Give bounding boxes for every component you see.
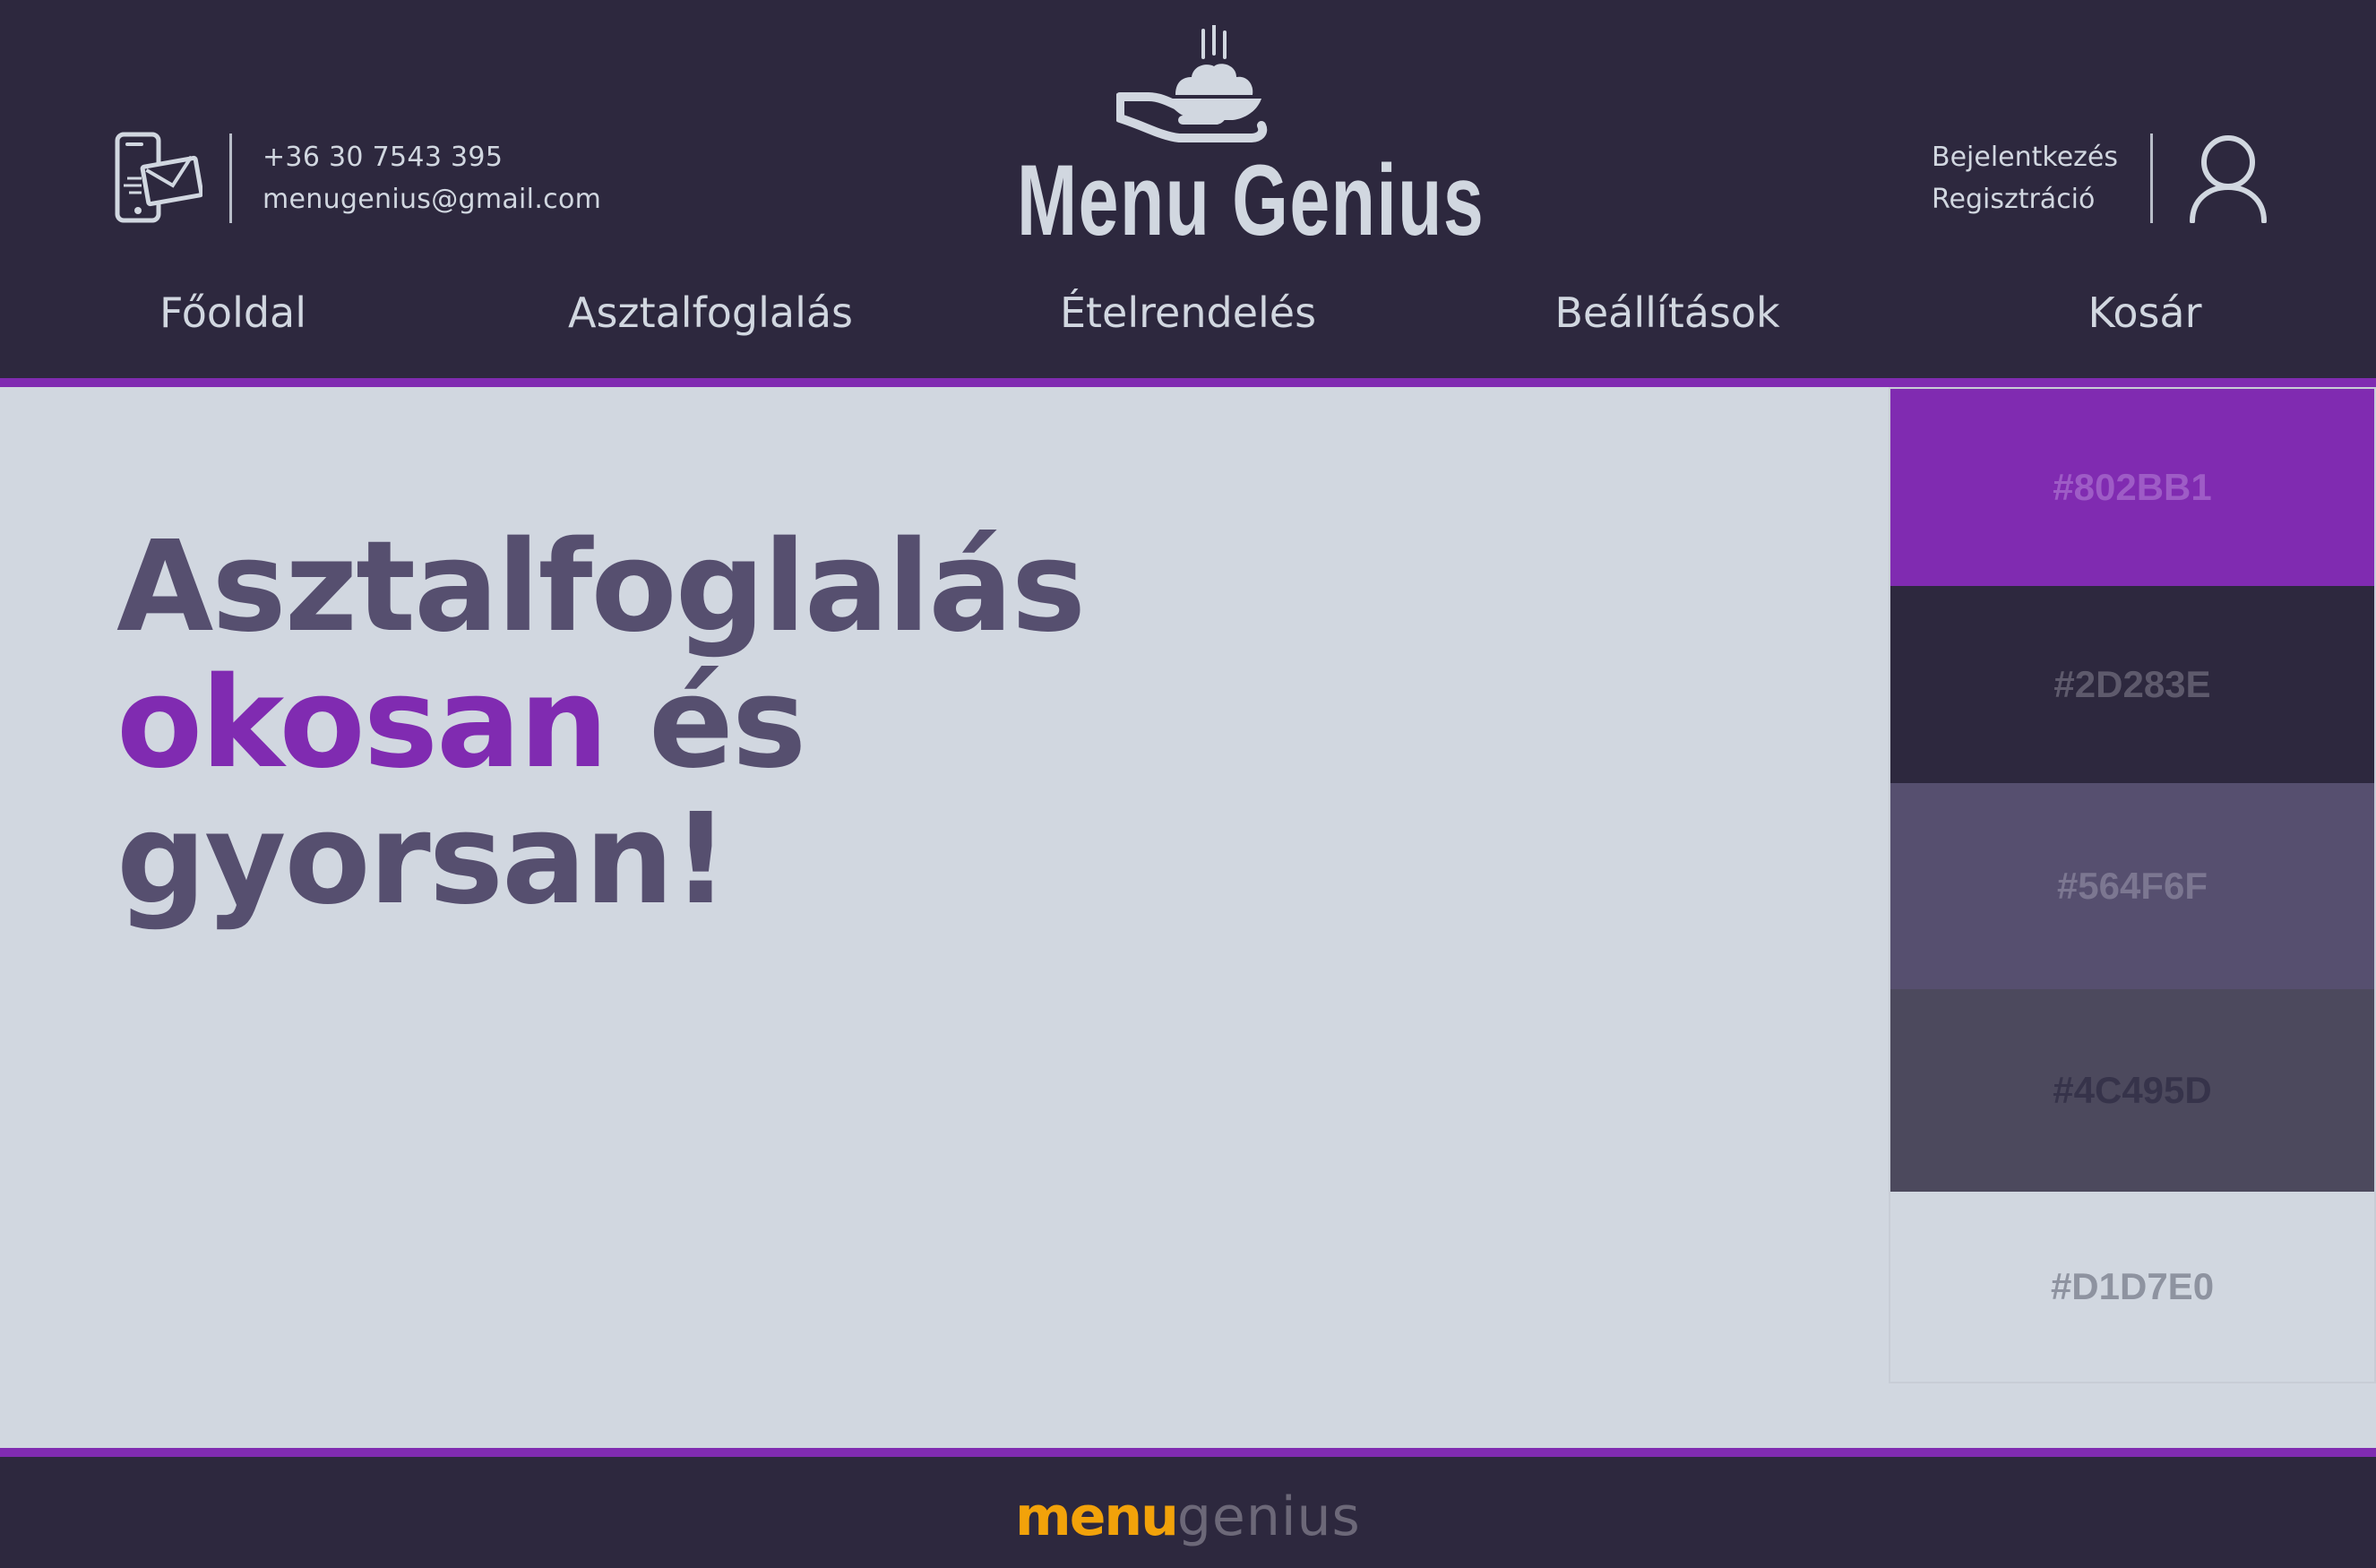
nav-item-home[interactable]: Főoldal: [159, 289, 306, 337]
palette-swatch: #802BB1: [1890, 389, 2374, 586]
footer-accent-line: [0, 1448, 2376, 1457]
color-palette: #802BB1 #2D283E #564F6F #4C495D #D1D7E0: [1889, 387, 2376, 1383]
serving-hand-icon: [1116, 25, 1268, 142]
footer-logo-genius: genius: [1176, 1486, 1361, 1548]
header-accent-line: [0, 378, 2376, 387]
brand-title: Menu Genius: [1017, 144, 1485, 256]
contact-lines: +36 30 7543 395 menugenius@gmail.com: [263, 142, 601, 215]
auth-divider: [2150, 134, 2153, 223]
email-address[interactable]: menugenius@gmail.com: [263, 184, 601, 215]
auth-block: Bejelentkezés Regisztráció: [1932, 131, 2268, 226]
nav-item-settings[interactable]: Beállítások: [1554, 289, 1779, 337]
hero-line-2: okosan és: [116, 656, 1057, 792]
brand-logo[interactable]: Menu Genius: [950, 25, 1484, 251]
footer-logo-menu: menu: [1015, 1486, 1179, 1548]
hero-line-2-rest: és: [648, 650, 806, 797]
palette-swatch: #564F6F: [1890, 783, 2374, 989]
main-nav: Főoldal Asztalfoglalás Ételrendelés Beál…: [0, 289, 2376, 351]
hero-line-3: gyorsan!: [116, 787, 729, 933]
palette-swatch: #2D283E: [1890, 586, 2374, 783]
contact-block: +36 30 7543 395 menugenius@gmail.com: [115, 131, 601, 226]
contact-divider: [229, 134, 232, 223]
nav-item-food-order[interactable]: Ételrendelés: [1060, 289, 1316, 337]
hero-accent-word: okosan: [116, 650, 608, 797]
nav-item-table-booking[interactable]: Asztalfoglalás: [568, 289, 853, 337]
palette-swatch: #D1D7E0: [1890, 1192, 2374, 1382]
phone-number[interactable]: +36 30 7543 395: [263, 142, 601, 173]
phone-mail-icon: [115, 132, 202, 223]
login-link[interactable]: Bejelentkezés: [1932, 142, 2118, 173]
nav-item-cart[interactable]: Kosár: [2088, 289, 2201, 337]
site-footer: menugenius: [0, 1457, 2376, 1568]
register-link[interactable]: Regisztráció: [1932, 184, 2118, 215]
hero-line-1: Asztalfoglalás: [116, 514, 1086, 660]
site-header: +36 30 7543 395 menugenius@gmail.com Men…: [0, 0, 2376, 378]
auth-links: Bejelentkezés Regisztráció: [1932, 142, 2118, 215]
user-icon[interactable]: [2189, 134, 2268, 223]
hero-heading: Asztalfoglalás okosan és gyorsan!: [116, 514, 1086, 933]
footer-logo[interactable]: menugenius: [0, 1486, 2376, 1548]
palette-swatch: #4C495D: [1890, 989, 2374, 1192]
